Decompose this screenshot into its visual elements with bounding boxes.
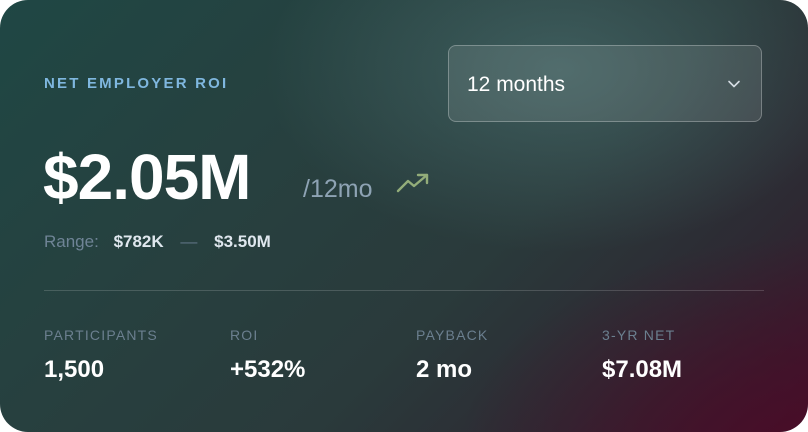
card-title: NET EMPLOYER ROI [44,75,229,92]
stat-participants: PARTICIPANTS 1,500 [44,327,158,384]
range-max: $3.50M [214,232,271,251]
stat-value: +532% [230,356,306,383]
stat-label: 3-YR NET [602,327,676,343]
stat-label: PARTICIPANTS [44,327,158,343]
divider [44,290,764,291]
stat-3yr-net: 3-YR NET $7.08M [602,327,682,384]
roi-card: NET EMPLOYER ROI 12 months $2.05M /12mo … [0,0,808,432]
period-select[interactable]: 12 months [448,45,762,122]
range-min: $782K [113,232,164,251]
range-row: Range: $782K — $3.50M [44,232,271,252]
roi-value: $2.05M [43,141,251,213]
stat-label: ROI [230,327,259,343]
trending-up-icon [396,173,429,193]
chevron-down-icon [728,80,740,88]
range-label: Range: [44,232,99,251]
stat-value: 1,500 [44,356,105,383]
stat-roi: ROI +532% [230,327,305,384]
range-separator: — [180,232,198,251]
period-select-value: 12 months [467,73,566,96]
roi-period: /12mo [303,175,373,203]
stat-payback: PAYBACK 2 mo [416,327,488,384]
stat-label: PAYBACK [416,327,489,343]
stat-value: 2 mo [416,356,473,383]
stat-value: $7.08M [602,356,683,383]
